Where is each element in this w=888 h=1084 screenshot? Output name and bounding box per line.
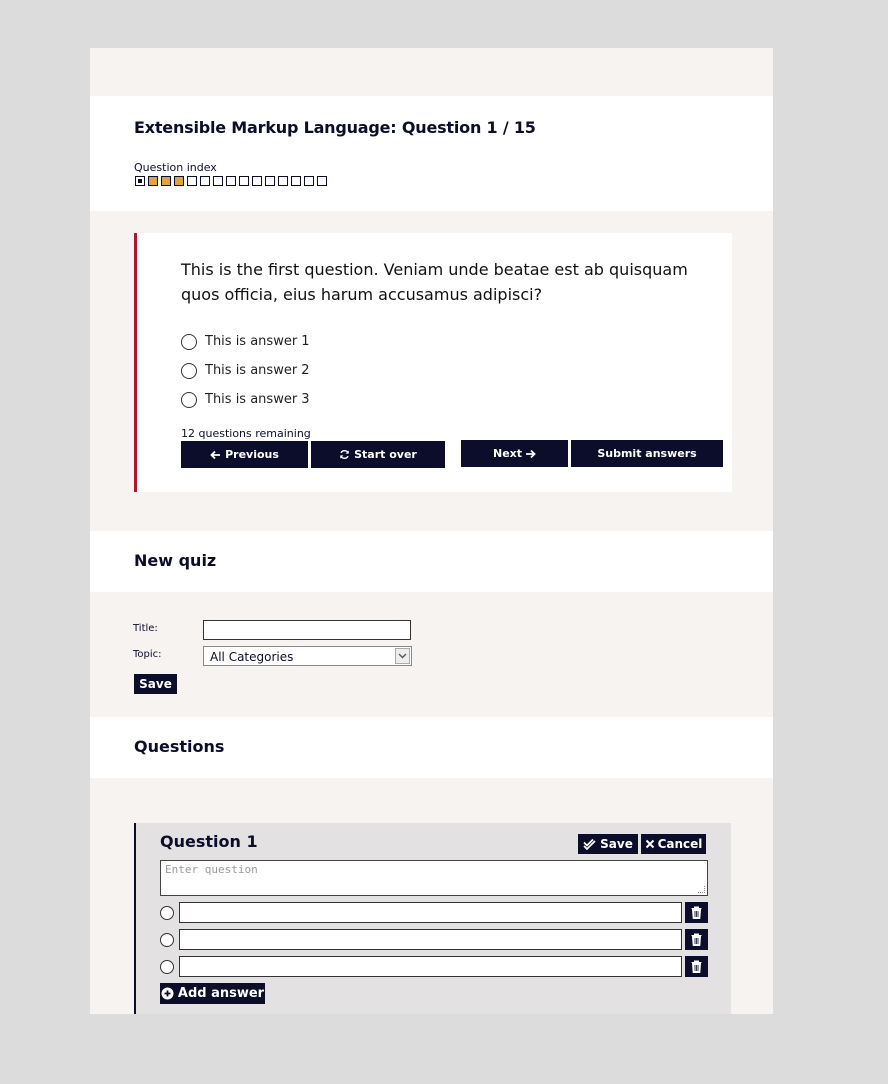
question-index-box[interactable]	[187, 176, 197, 186]
correct-answer-radio[interactable]	[160, 933, 174, 947]
quiz-title-input[interactable]	[203, 620, 411, 640]
correct-answer-radio[interactable]	[160, 906, 174, 920]
previous-label: Previous	[225, 448, 279, 461]
question-index-box[interactable]	[239, 176, 249, 186]
title-label: Title:	[133, 623, 158, 634]
answer-input[interactable]	[179, 902, 682, 923]
answer-radio[interactable]	[181, 333, 197, 350]
question-index-box[interactable]	[213, 176, 223, 186]
question-index-box[interactable]	[278, 176, 288, 186]
question-textarea[interactable]: Enter question	[160, 860, 708, 896]
quiz-title: Extensible Markup Language: Question 1 /…	[134, 118, 536, 137]
next-button[interactable]: Next	[461, 440, 568, 467]
question-index-box[interactable]	[200, 176, 210, 186]
questions-heading: Questions	[134, 737, 225, 756]
answer-option[interactable]: This is answer 3	[181, 385, 310, 414]
question-card: This is the first question. Veniam unde …	[134, 233, 732, 492]
answer-input[interactable]	[179, 929, 682, 950]
topic-selected-value: All Categories	[210, 650, 294, 664]
start-over-button[interactable]: Start over	[311, 441, 445, 468]
trash-icon[interactable]	[685, 902, 708, 923]
plus-circle-icon	[161, 987, 174, 1000]
answer-label: This is answer 2	[205, 363, 310, 378]
chevron-down-icon[interactable]	[395, 648, 410, 664]
topic-select[interactable]: All Categories	[203, 646, 412, 666]
correct-answer-radio[interactable]	[160, 960, 174, 974]
question-index-box[interactable]	[161, 176, 171, 186]
trash-icon[interactable]	[685, 929, 708, 950]
questions-header: Questions	[90, 717, 773, 778]
submit-label: Submit answers	[597, 447, 697, 460]
topic-label: Topic:	[133, 649, 162, 660]
close-icon	[645, 839, 654, 849]
cancel-question-button[interactable]: Cancel	[641, 834, 706, 854]
resize-grip-icon[interactable]	[698, 886, 705, 893]
question-placeholder: Enter question	[165, 863, 258, 876]
trash-icon[interactable]	[685, 956, 708, 977]
answer-input[interactable]	[179, 956, 682, 977]
start-over-label: Start over	[354, 448, 417, 461]
question-index	[135, 176, 327, 186]
save-quiz-button[interactable]: Save	[134, 674, 177, 694]
question-index-box[interactable]	[317, 176, 327, 186]
answer-edit-row	[160, 929, 708, 950]
add-answer-label: Add answer	[177, 986, 265, 1001]
answer-option[interactable]: This is answer 1	[181, 327, 310, 356]
double-check-icon	[583, 838, 596, 850]
page-container: Extensible Markup Language: Question 1 /…	[90, 48, 773, 1014]
answer-list: This is answer 1 This is answer 2 This i…	[181, 327, 310, 414]
cancel-question-label: Cancel	[657, 837, 703, 851]
save-question-label: Save	[600, 837, 633, 851]
answer-edit-row	[160, 956, 708, 977]
question-editor: Question 1 Save Cancel Enter question Ad…	[134, 823, 731, 1014]
answer-label: This is answer 3	[205, 392, 310, 407]
remaining-count: 12 questions remaining	[181, 427, 311, 440]
answer-radio[interactable]	[181, 391, 197, 408]
answer-label: This is answer 1	[205, 334, 310, 349]
answer-radio[interactable]	[181, 362, 197, 379]
question-text: This is the first question. Veniam unde …	[181, 260, 688, 304]
question-index-box[interactable]	[226, 176, 236, 186]
answer-edit-row	[160, 902, 708, 923]
quiz-header: Extensible Markup Language: Question 1 /…	[90, 96, 773, 211]
question-index-label: Question index	[134, 161, 217, 174]
refresh-icon	[340, 449, 349, 460]
new-quiz-heading: New quiz	[134, 551, 217, 570]
answer-option[interactable]: This is answer 2	[181, 356, 310, 385]
submit-answers-button[interactable]: Submit answers	[571, 440, 723, 467]
save-question-button[interactable]: Save	[578, 834, 638, 854]
question-index-box[interactable]	[174, 176, 184, 186]
save-quiz-label: Save	[139, 677, 172, 691]
question-index-box[interactable]	[148, 176, 158, 186]
arrow-left-icon	[210, 450, 221, 459]
question-index-box[interactable]	[135, 176, 145, 186]
previous-button[interactable]: Previous	[181, 441, 308, 468]
question-editor-title: Question 1	[160, 832, 258, 851]
arrow-right-icon	[526, 449, 536, 458]
question-index-box[interactable]	[304, 176, 314, 186]
question-index-box[interactable]	[252, 176, 262, 186]
next-label: Next	[492, 447, 523, 460]
new-quiz-header: New quiz	[90, 531, 773, 592]
add-answer-button[interactable]: Add answer	[160, 983, 265, 1004]
question-index-box[interactable]	[291, 176, 301, 186]
question-index-box[interactable]	[265, 176, 275, 186]
